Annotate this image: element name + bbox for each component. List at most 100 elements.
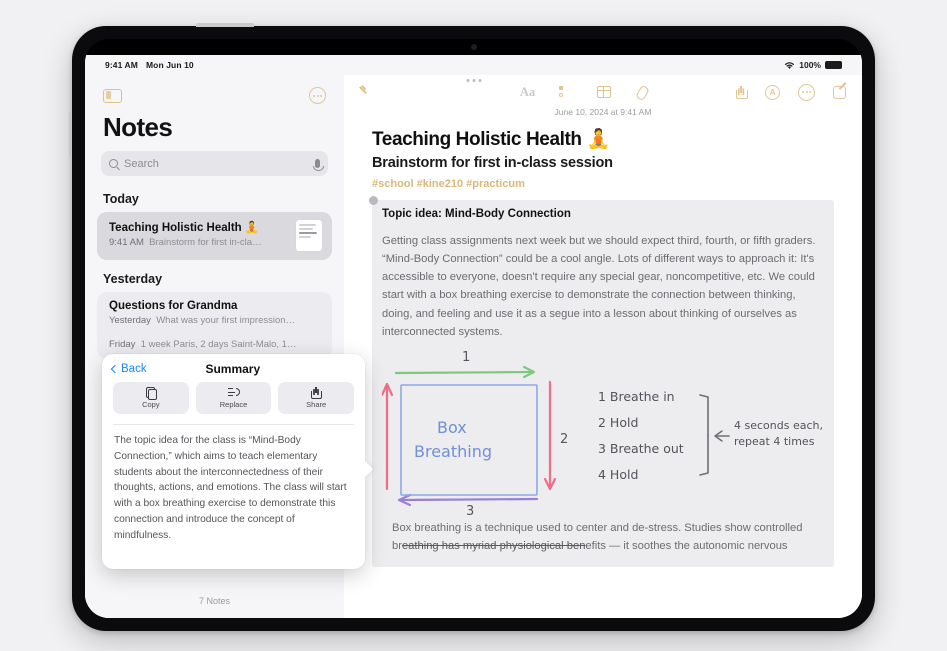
sidebar-toggle-icon[interactable] <box>103 88 122 103</box>
copy-button[interactable]: Copy <box>113 382 189 414</box>
table-icon[interactable] <box>597 86 612 98</box>
step-1: 1 Breathe in <box>598 389 675 404</box>
editor-toolbar: Aa A <box>344 75 862 109</box>
note-row-main: Friday 1 week Paris, 2 days Saint-Malo, … <box>109 339 322 350</box>
document-thumbnail <box>296 220 322 251</box>
paperclip-icon[interactable] <box>635 86 647 99</box>
arrow-label-top: 1 <box>462 350 470 365</box>
copy-label: Copy <box>142 400 160 409</box>
tablet-device-frame: 9:41 AM Mon Jun 10 100% Notes Search Tod… <box>69 23 875 631</box>
step-2: 2 Hold <box>598 415 638 430</box>
note-group-yesterday: Questions for Grandma Yesterday What was… <box>97 292 332 359</box>
device-bezel: 9:41 AM Mon Jun 10 100% Notes Search Tod… <box>85 39 862 618</box>
note-title: Teaching Holistic Health 🧘 <box>109 222 260 234</box>
note-row-main: Teaching Holistic Health 🧘 9:41 AM Brain… <box>109 220 288 248</box>
screenshot-stage: 9:41 AM Mon Jun 10 100% Notes Search Tod… <box>0 0 947 651</box>
search-placeholder: Search <box>124 157 159 170</box>
share-label: Share <box>306 400 327 409</box>
highlighted-selection[interactable]: Topic idea: Mind-Body Connection Getting… <box>369 196 834 568</box>
toolbar-center: Aa <box>432 85 735 100</box>
note-content[interactable]: Teaching Holistic Health 🧘 Brainstorm fo… <box>344 117 862 568</box>
apple-intelligence-icon[interactable]: A <box>765 84 780 100</box>
copy-icon <box>145 387 158 400</box>
note-snippet: Brainstorm for first in-cla… <box>149 237 262 248</box>
power-button[interactable] <box>196 23 254 27</box>
back-button[interactable]: Back <box>110 363 147 375</box>
front-camera <box>470 44 477 50</box>
status-date: Mon Jun 10 <box>145 60 194 70</box>
replace-label: Replace <box>219 400 248 409</box>
section-header-today: Today <box>103 192 139 206</box>
topic-paragraph: Getting class assignments next week but … <box>382 235 816 338</box>
checklist-icon[interactable] <box>559 86 573 98</box>
arrow-label-right: 2 <box>560 432 568 447</box>
status-bar-left: 9:41 AM Mon Jun 10 <box>105 60 194 70</box>
more-options-icon[interactable] <box>309 87 326 104</box>
chevron-left-icon <box>110 364 120 374</box>
replace-icon <box>227 387 240 398</box>
share-button[interactable]: Share <box>278 382 355 414</box>
note-time: Friday <box>109 339 136 350</box>
section-header-yesterday: Yesterday <box>103 272 163 286</box>
step-4: 4 Hold <box>598 467 638 482</box>
note-preview: 9:41 AM Brainstorm for first in-cla… <box>109 237 288 248</box>
status-bar: 9:41 AM Mon Jun 10 100% <box>85 55 862 75</box>
battery-percent: 100% <box>799 60 821 70</box>
selection-handle[interactable] <box>369 196 378 205</box>
search-input[interactable]: Search <box>101 151 328 176</box>
summary-text: The topic idea for the class is “Mind-Bo… <box>114 435 347 541</box>
battery-icon <box>825 61 842 69</box>
status-bar-right: 100% <box>784 60 842 70</box>
note-subheading: Brainstorm for first in-class session <box>372 155 613 171</box>
toolbar-right: A <box>735 83 846 101</box>
list-item[interactable]: Questions for Grandma Yesterday What was… <box>97 292 332 335</box>
note-preview: Friday 1 week Paris, 2 days Saint-Malo, … <box>109 339 322 350</box>
step-3: 3 Breathe out <box>598 441 684 456</box>
status-time: 9:41 AM <box>105 60 138 70</box>
popover-header: Back Summary <box>102 354 365 382</box>
popover-pointer <box>364 460 373 478</box>
device-screen: 9:41 AM Mon Jun 10 100% Notes Search Tod… <box>85 55 862 618</box>
note-group-today: Teaching Holistic Health 🧘 9:41 AM Brain… <box>97 212 332 260</box>
box-label-line1: Box <box>437 418 467 437</box>
note-snippet: 1 week Paris, 2 days Saint-Malo, 1… <box>140 339 297 350</box>
replace-button[interactable]: Replace <box>195 382 272 414</box>
note-row-main: Questions for Grandma Yesterday What was… <box>109 300 322 326</box>
page-title: Notes <box>103 112 173 142</box>
tail-text-part2: efits — it soothes the autonomic nervous <box>585 539 788 552</box>
share-icon[interactable] <box>735 85 748 99</box>
note-preview: Yesterday What was your first impression… <box>109 315 322 326</box>
search-icon <box>109 159 118 168</box>
more-options-icon[interactable] <box>798 83 815 101</box>
back-label: Back <box>121 363 147 375</box>
wifi-icon <box>785 61 795 69</box>
note-title: Questions for Grandma <box>109 300 238 312</box>
share-icon <box>311 387 323 399</box>
tail-text-struck: eathing has myriad physiological ben <box>401 539 586 552</box>
expand-arrow-icon[interactable] <box>360 86 373 99</box>
notes-count: 7 Notes <box>85 588 344 618</box>
volume-button[interactable] <box>69 112 72 158</box>
box-label-line2: Breathing <box>414 442 492 461</box>
topic-heading: Topic idea: Mind-Body Connection <box>382 208 571 220</box>
arrow-label-bottom: 3 <box>466 504 474 515</box>
tail-paragraph: Box breathing is a technique used to cen… <box>382 515 824 555</box>
list-item[interactable]: Teaching Holistic Health 🧘 9:41 AM Brain… <box>97 212 332 260</box>
summary-popover: Back Summary Copy Replace Share The topi… <box>102 354 373 569</box>
diagram-svg: 1 2 3 4 4 Box Breathing 1 Breathe <box>382 350 823 515</box>
note-time: Yesterday <box>109 315 151 326</box>
sidebar-toolbar <box>85 75 344 106</box>
annotation-line2: repeat 4 times <box>734 435 815 448</box>
note-editor: Aa A June 10, 2024 at 9:41 AM Teaching H… <box>344 75 862 618</box>
note-tags[interactable]: #school #kine210 #practicum <box>372 178 834 190</box>
note-snippet: What was your first impression… <box>156 315 296 326</box>
note-heading: Teaching Holistic Health 🧘 <box>372 129 610 150</box>
compose-icon[interactable] <box>833 85 846 99</box>
annotation-line1: 4 seconds each, <box>734 419 823 432</box>
toolbar-left <box>360 86 432 99</box>
microphone-icon[interactable] <box>313 159 324 171</box>
multitasking-handle[interactable] <box>466 79 481 82</box>
popover-actions: Copy Replace Share <box>102 382 365 414</box>
format-text-icon[interactable]: Aa <box>520 85 535 100</box>
box-breathing-diagram: 1 2 3 4 4 Box Breathing 1 Breathe <box>382 347 824 515</box>
